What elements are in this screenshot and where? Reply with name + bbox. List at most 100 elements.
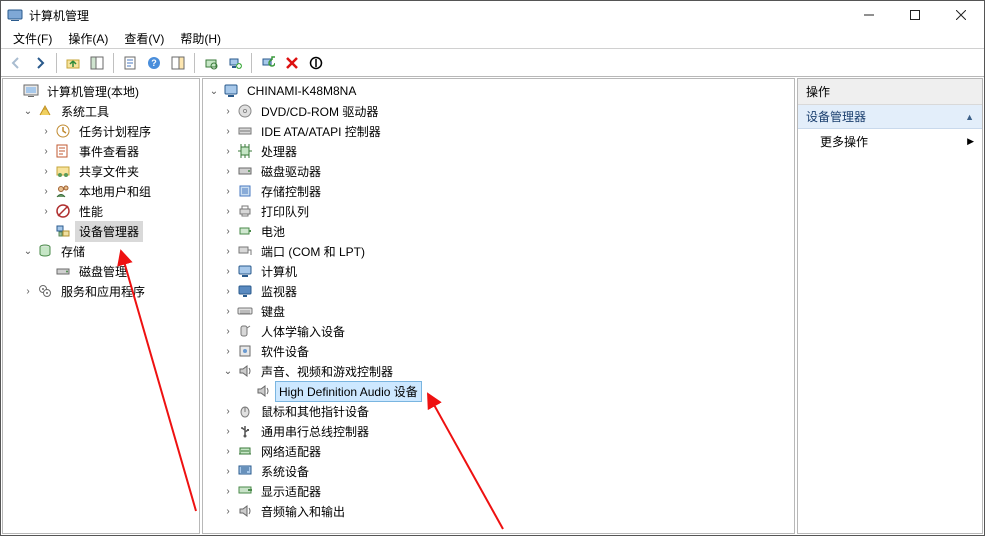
device-category-audio_io[interactable]: ›音频输入和输出 — [205, 501, 794, 521]
chevron-right-icon[interactable]: › — [221, 224, 235, 238]
device-category-ide[interactable]: ›IDE ATA/ATAPI 控制器 — [205, 121, 794, 141]
properties-button[interactable] — [119, 52, 141, 74]
tree-item-event_viewer[interactable]: ›事件查看器 — [5, 141, 199, 161]
software_devices-icon — [237, 343, 253, 359]
tree-root-computer-mgmt[interactable]: 计算机管理(本地) — [5, 81, 199, 101]
chevron-right-icon[interactable]: › — [221, 124, 235, 138]
content-area: 计算机管理(本地) ⌄ 系统工具 ›任务计划程序›事件查看器›共享文件夹›本地用… — [1, 77, 984, 535]
shared_folders-icon — [55, 163, 71, 179]
uninstall-device-button[interactable] — [281, 52, 303, 74]
chevron-right-icon[interactable]: › — [39, 204, 53, 218]
actions-item-more[interactable]: 更多操作 ▶ — [798, 129, 982, 154]
system-tools-icon — [37, 103, 53, 119]
add-legacy-hardware-button[interactable] — [224, 52, 246, 74]
tree-item-local_users_groups[interactable]: ›本地用户和组 — [5, 181, 199, 201]
chevron-right-icon[interactable]: › — [221, 164, 235, 178]
maximize-button[interactable] — [892, 1, 938, 29]
device-item-hda[interactable]: High Definition Audio 设备 — [205, 381, 794, 401]
mice-icon — [237, 403, 253, 419]
chevron-right-icon[interactable]: › — [221, 324, 235, 338]
device-category-sound[interactable]: ⌄声音、视频和游戏控制器 — [205, 361, 794, 381]
device-category-label: 系统设备 — [257, 461, 313, 482]
chevron-right-icon[interactable]: › — [221, 244, 235, 258]
disable-device-button[interactable] — [305, 52, 327, 74]
device-category-print_queues[interactable]: ›打印队列 — [205, 201, 794, 221]
show-hide-action-pane-button[interactable] — [167, 52, 189, 74]
chevron-right-icon[interactable]: › — [21, 284, 35, 298]
device-category-software_devices[interactable]: ›软件设备 — [205, 341, 794, 361]
chevron-down-icon[interactable]: ⌄ — [21, 104, 35, 118]
device-category-mice[interactable]: ›鼠标和其他指针设备 — [205, 401, 794, 421]
tree-item-device_manager[interactable]: 设备管理器 — [5, 221, 199, 241]
menu-help[interactable]: 帮助(H) — [172, 28, 229, 49]
up-folder-button[interactable] — [62, 52, 84, 74]
chevron-right-icon[interactable]: › — [39, 144, 53, 158]
device-category-dvd[interactable]: › DVD/CD-ROM 驱动器 — [205, 101, 794, 121]
chevron-down-icon[interactable]: ⌄ — [21, 244, 35, 258]
chevron-right-icon[interactable]: › — [221, 104, 235, 118]
close-button[interactable] — [938, 1, 984, 29]
console-tree[interactable]: 计算机管理(本地) ⌄ 系统工具 ›任务计划程序›事件查看器›共享文件夹›本地用… — [3, 79, 199, 303]
chevron-right-icon[interactable]: › — [39, 164, 53, 178]
chevron-right-icon[interactable]: › — [39, 124, 53, 138]
device-category-usb_controllers[interactable]: ›通用串行总线控制器 — [205, 421, 794, 441]
update-driver-button[interactable] — [257, 52, 279, 74]
device-category-batteries[interactable]: ›电池 — [205, 221, 794, 241]
device-category-ports[interactable]: ›端口 (COM 和 LPT) — [205, 241, 794, 261]
chevron-right-icon[interactable]: › — [39, 184, 53, 198]
tree-storage[interactable]: ⌄ 存储 — [5, 241, 199, 261]
scan-hardware-button[interactable] — [200, 52, 222, 74]
chevron-right-icon[interactable]: › — [221, 464, 235, 478]
chevron-right-icon[interactable]: › — [221, 284, 235, 298]
chevron-right-icon[interactable]: › — [221, 404, 235, 418]
keyboards-icon — [237, 303, 253, 319]
chevron-right-icon[interactable]: › — [221, 444, 235, 458]
tree-item-performance[interactable]: ›性能 — [5, 201, 199, 221]
device-category-label: DVD/CD-ROM 驱动器 — [257, 101, 382, 122]
device-category-system_devices[interactable]: › 系统设备 — [205, 461, 794, 481]
chevron-right-icon[interactable]: › — [221, 344, 235, 358]
device-tree[interactable]: ⌄ CHINAMI-K48M8NA › DVD/CD-ROM 驱动器›IDE AT… — [203, 79, 794, 523]
tree-item-shared_folders[interactable]: ›共享文件夹 — [5, 161, 199, 181]
chevron-right-icon[interactable]: › — [221, 264, 235, 278]
chevron-down-icon[interactable]: ⌄ — [207, 84, 221, 98]
tree-services-apps[interactable]: › 服务和应用程序 — [5, 281, 199, 301]
device-category-keyboards[interactable]: ›键盘 — [205, 301, 794, 321]
tree-item-task_scheduler[interactable]: ›任务计划程序 — [5, 121, 199, 141]
device-category-computers[interactable]: ›计算机 — [205, 261, 794, 281]
disk_management-icon — [55, 263, 71, 279]
chevron-down-icon[interactable]: ⌄ — [221, 364, 235, 378]
help-button[interactable]: ? — [143, 52, 165, 74]
device-category-disk_drives[interactable]: ›磁盘驱动器 — [205, 161, 794, 181]
menu-file[interactable]: 文件(F) — [5, 28, 60, 49]
device-category-monitors[interactable]: ›监视器 — [205, 281, 794, 301]
tree-system-tools[interactable]: ⌄ 系统工具 — [5, 101, 199, 121]
chevron-right-icon[interactable]: › — [221, 184, 235, 198]
show-hide-console-tree-button[interactable] — [86, 52, 108, 74]
actions-item-label: 更多操作 — [820, 133, 868, 150]
minimize-button[interactable] — [846, 1, 892, 29]
device-category-display_adapters[interactable]: ›显示适配器 — [205, 481, 794, 501]
chevron-right-icon[interactable]: › — [221, 504, 235, 518]
triangle-right-icon: ▶ — [967, 136, 974, 147]
tree-item-disk_management[interactable]: 磁盘管理 — [5, 261, 199, 281]
device-category-storage_ctrl[interactable]: › 存储控制器 — [205, 181, 794, 201]
chevron-right-icon[interactable]: › — [221, 204, 235, 218]
menu-action[interactable]: 操作(A) — [60, 28, 116, 49]
device-category-network[interactable]: ›网络适配器 — [205, 441, 794, 461]
forward-button[interactable] — [29, 52, 51, 74]
actions-section-device-manager[interactable]: 设备管理器 ▲ — [798, 105, 982, 129]
chevron-right-icon[interactable]: › — [221, 424, 235, 438]
chevron-right-icon[interactable]: › — [221, 484, 235, 498]
device-tree-root[interactable]: ⌄ CHINAMI-K48M8NA — [205, 81, 794, 101]
device-category-label: 存储控制器 — [257, 181, 325, 202]
device-category-cpu[interactable]: ›处理器 — [205, 141, 794, 161]
tree-label: 存储 — [57, 241, 89, 262]
chevron-right-icon[interactable]: › — [221, 304, 235, 318]
back-button[interactable] — [5, 52, 27, 74]
actions-header: 操作 — [798, 79, 982, 105]
device-category-hid[interactable]: ›人体学输入设备 — [205, 321, 794, 341]
menu-view[interactable]: 查看(V) — [116, 28, 172, 49]
expander-icon[interactable] — [7, 84, 21, 98]
chevron-right-icon[interactable]: › — [221, 144, 235, 158]
